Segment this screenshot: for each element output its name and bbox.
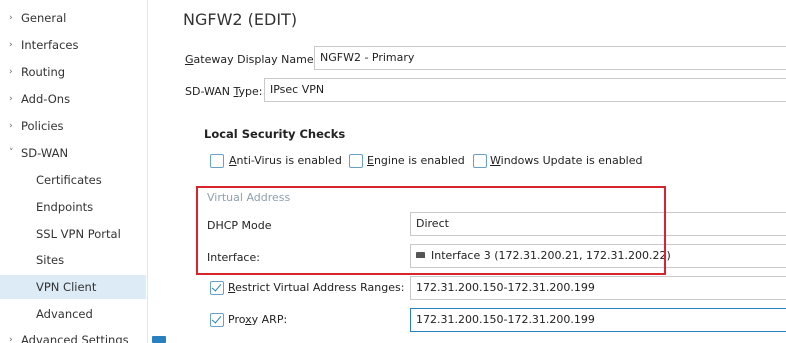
sidebar-item-label: Sites (36, 253, 65, 267)
chevron-right-icon: › (9, 121, 13, 131)
antivirus-checkbox[interactable] (210, 154, 224, 168)
sidebar-item-label: Advanced (36, 307, 93, 321)
sidebar-item-add-ons[interactable]: › Add-Ons (0, 87, 146, 111)
engine-checkbox[interactable] (349, 154, 363, 168)
chevron-down-icon: ˅ (9, 148, 14, 158)
sidebar-item-label: SSL VPN Portal (36, 227, 121, 241)
sidebar: › General › Interfaces › Routing › Add-Ons ›… (0, 0, 148, 343)
sidebar-item-certificates[interactable]: Certificates (0, 168, 146, 192)
sidebar-item-interfaces[interactable]: › Interfaces (0, 33, 146, 57)
restrict-ranges-input[interactable]: 172.31.200.150-172.31.200.199 (410, 276, 786, 300)
engine-checkbox-label[interactable]: Engine is enabled (367, 154, 465, 167)
sidebar-item-endpoints[interactable]: Endpoints (0, 195, 146, 219)
sidebar-item-label: General (21, 11, 67, 25)
restrict-ranges-label[interactable]: Restrict Virtual Address Ranges: (228, 281, 404, 294)
gateway-display-name-input[interactable]: NGFW2 - Primary (314, 46, 786, 70)
gateway-display-name-label: Gateway Display Name: (185, 53, 318, 66)
windows-update-checkbox[interactable] (473, 154, 487, 168)
restrict-ranges-checkbox[interactable] (210, 281, 224, 295)
proxy-arp-input[interactable]: 172.31.200.150-172.31.200.199 (410, 308, 786, 332)
sidebar-item-label: VPN Client (36, 280, 97, 294)
sidebar-item-label: Add-Ons (21, 92, 71, 106)
page-title: NGFW2 (EDIT) (183, 10, 298, 29)
sidebar-item-label: Interfaces (21, 38, 79, 52)
virtual-address-highlight (196, 186, 666, 275)
sidebar-item-ssl-vpn-portal[interactable]: SSL VPN Portal (0, 222, 146, 246)
sidebar-item-label: SD-WAN (21, 146, 69, 160)
sidebar-item-vpn-client[interactable]: VPN Client (0, 275, 146, 299)
chevron-right-icon: › (9, 40, 13, 50)
chevron-right-icon: › (9, 94, 13, 104)
sidebar-item-routing[interactable]: › Routing (0, 60, 146, 84)
sidebar-item-sites[interactable]: Sites (0, 248, 146, 272)
chevron-right-icon: › (9, 13, 13, 23)
sidebar-item-advanced[interactable]: Advanced (0, 302, 146, 326)
sidebar-item-advanced-settings[interactable]: › Advanced Settings (0, 328, 146, 343)
sdwan-type-input[interactable]: IPsec VPN (264, 78, 786, 102)
proxy-arp-checkbox[interactable] (210, 313, 224, 327)
sidebar-item-general[interactable]: › General (0, 6, 146, 30)
sidebar-item-sd-wan[interactable]: ˅ SD-WAN (0, 141, 146, 165)
windows-update-checkbox-label[interactable]: Windows Update is enabled (490, 154, 643, 167)
sidebar-item-label: Policies (21, 119, 64, 133)
sidebar-item-label: Endpoints (36, 200, 94, 214)
sidebar-item-policies[interactable]: › Policies (0, 114, 146, 138)
chevron-right-icon: › (9, 335, 13, 343)
chevron-right-icon: › (9, 67, 13, 77)
antivirus-checkbox-label[interactable]: Anti-Virus is enabled (229, 154, 342, 167)
sidebar-item-label: Routing (21, 65, 66, 79)
sdwan-type-label: SD-WAN Type: (185, 85, 263, 98)
sidebar-item-label: Advanced Settings (21, 333, 129, 343)
local-security-checks-title: Local Security Checks (204, 127, 346, 141)
edit-panel: NGFW2 (EDIT) Gateway Display Name: NGFW2… (148, 0, 786, 343)
proxy-arp-label[interactable]: Proxy ARP: (228, 313, 287, 326)
sidebar-item-label: Certificates (36, 173, 102, 187)
